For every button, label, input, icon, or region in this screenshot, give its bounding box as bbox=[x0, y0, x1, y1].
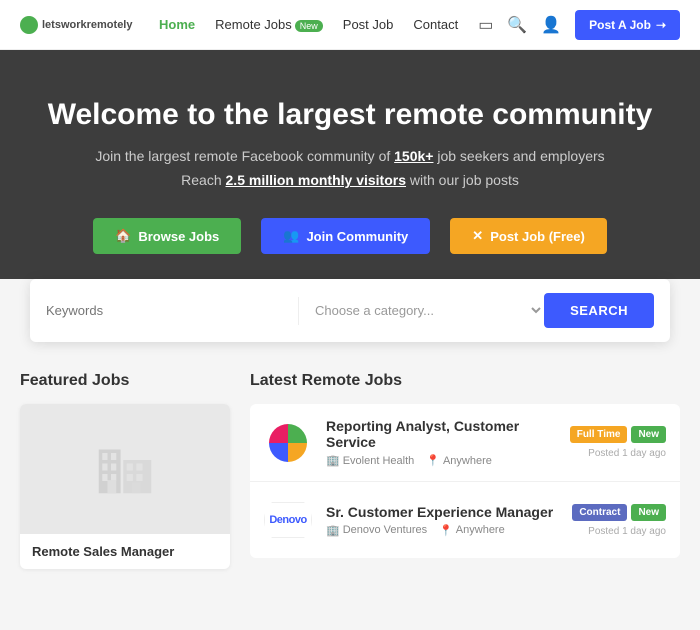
search-container: Choose a category... Development Design … bbox=[0, 279, 700, 342]
hero-subtitle2: Reach 2.5 million monthly visitors with … bbox=[30, 172, 670, 188]
join-community-button[interactable]: 👥 Join Community bbox=[261, 218, 430, 254]
denovo-logo: Denovo bbox=[264, 502, 312, 538]
job-meta: 🏢 Evolent Health 📍 Anywhere bbox=[326, 454, 556, 467]
company-icon: 🏢 bbox=[326, 454, 340, 467]
job-location: 📍 Anywhere bbox=[439, 524, 505, 537]
featured-card-info: Remote Sales Manager bbox=[20, 534, 230, 569]
hero-section: Welcome to the largest remote community … bbox=[0, 50, 700, 309]
job-info: Sr. Customer Experience Manager 🏢 Denovo… bbox=[326, 504, 558, 537]
location-icon: 📍 bbox=[426, 454, 440, 467]
tag-new: New bbox=[631, 426, 666, 443]
search-icon[interactable]: 🔍 bbox=[507, 15, 527, 35]
logo-icon bbox=[20, 16, 38, 34]
post-job-free-button[interactable]: ✕ Post Job (Free) bbox=[450, 218, 607, 254]
hero-title: Welcome to the largest remote community bbox=[30, 95, 670, 134]
user-icon[interactable]: 👤 bbox=[541, 15, 561, 35]
tag-new: New bbox=[631, 504, 666, 521]
job-info: Reporting Analyst, Customer Service 🏢 Ev… bbox=[326, 418, 556, 467]
keywords-input[interactable] bbox=[46, 303, 286, 318]
search-button[interactable]: SEARCH bbox=[544, 293, 654, 328]
building-icon bbox=[90, 432, 160, 507]
navbar: letsworkremotely Home Remote JobsNew Pos… bbox=[0, 0, 700, 50]
nav-remote-jobs[interactable]: Remote JobsNew bbox=[215, 17, 323, 32]
browse-jobs-button[interactable]: 🏠 Browse Jobs bbox=[93, 218, 241, 254]
featured-title: Featured Jobs bbox=[20, 372, 230, 390]
job-tags: Full Time New Posted 1 day ago bbox=[570, 426, 666, 459]
tag-row: Full Time New bbox=[570, 426, 666, 443]
tag-contract: Contract bbox=[572, 504, 627, 521]
browse-icon: 🏠 bbox=[115, 228, 131, 244]
nav-contact[interactable]: Contact bbox=[413, 17, 458, 32]
posted-time: Posted 1 day ago bbox=[588, 448, 666, 459]
nav-icons: ▭ 🔍 👤 bbox=[478, 15, 561, 35]
job-location: 📍 Anywhere bbox=[426, 454, 492, 467]
job-title: Sr. Customer Experience Manager bbox=[326, 504, 558, 520]
logo-text: letsworkremotely bbox=[42, 19, 132, 31]
nav-badge: New bbox=[295, 20, 323, 32]
featured-card[interactable]: Remote Sales Manager bbox=[20, 404, 230, 569]
company-icon: 🏢 bbox=[326, 524, 340, 537]
category-select[interactable]: Choose a category... Development Design … bbox=[311, 302, 544, 319]
job-meta: 🏢 Denovo Ventures 📍 Anywhere bbox=[326, 524, 558, 537]
nav-post-job[interactable]: Post Job bbox=[343, 17, 394, 32]
post-job-button[interactable]: Post A Job ➝ bbox=[575, 10, 680, 40]
main-content: Featured Jobs bbox=[0, 342, 700, 589]
tag-row: Contract New bbox=[572, 504, 666, 521]
location-icon: 📍 bbox=[439, 524, 453, 537]
post-icon: ✕ bbox=[472, 228, 483, 244]
evolent-logo-circle bbox=[269, 424, 307, 462]
latest-section: Latest Remote Jobs Reporting Analyst, Cu… bbox=[250, 372, 680, 569]
featured-image bbox=[20, 404, 230, 534]
job-title: Reporting Analyst, Customer Service bbox=[326, 418, 556, 450]
hero-link-visitors[interactable]: 2.5 million monthly visitors bbox=[226, 172, 406, 188]
nav-home[interactable]: Home bbox=[159, 17, 195, 32]
search-bar: Choose a category... Development Design … bbox=[30, 279, 670, 342]
hero-link-150k[interactable]: 150k+ bbox=[394, 148, 433, 164]
table-row[interactable]: Reporting Analyst, Customer Service 🏢 Ev… bbox=[250, 404, 680, 482]
featured-job-title: Remote Sales Manager bbox=[32, 544, 218, 559]
hero-subtitle1: Join the largest remote Facebook communi… bbox=[30, 148, 670, 164]
job-list: Reporting Analyst, Customer Service 🏢 Ev… bbox=[250, 404, 680, 558]
table-row[interactable]: Denovo Sr. Customer Experience Manager 🏢… bbox=[250, 482, 680, 558]
latest-title: Latest Remote Jobs bbox=[250, 372, 680, 390]
tag-full-time: Full Time bbox=[570, 426, 628, 443]
logo[interactable]: letsworkremotely bbox=[20, 16, 132, 34]
company-name: 🏢 Evolent Health bbox=[326, 454, 414, 467]
arrow-icon: ➝ bbox=[656, 18, 666, 32]
hero-buttons: 🏠 Browse Jobs 👥 Join Community ✕ Post Jo… bbox=[30, 218, 670, 254]
search-divider bbox=[298, 297, 299, 325]
bookmark-icon[interactable]: ▭ bbox=[478, 15, 493, 35]
company-name: 🏢 Denovo Ventures bbox=[326, 524, 427, 537]
join-icon: 👥 bbox=[283, 228, 299, 244]
nav-links: Home Remote JobsNew Post Job Contact bbox=[159, 17, 458, 32]
posted-time: Posted 1 day ago bbox=[588, 526, 666, 537]
job-tags: Contract New Posted 1 day ago bbox=[572, 504, 666, 537]
featured-section: Featured Jobs bbox=[20, 372, 230, 569]
company-logo-denovo: Denovo bbox=[264, 496, 312, 544]
company-logo-evolent bbox=[264, 419, 312, 467]
